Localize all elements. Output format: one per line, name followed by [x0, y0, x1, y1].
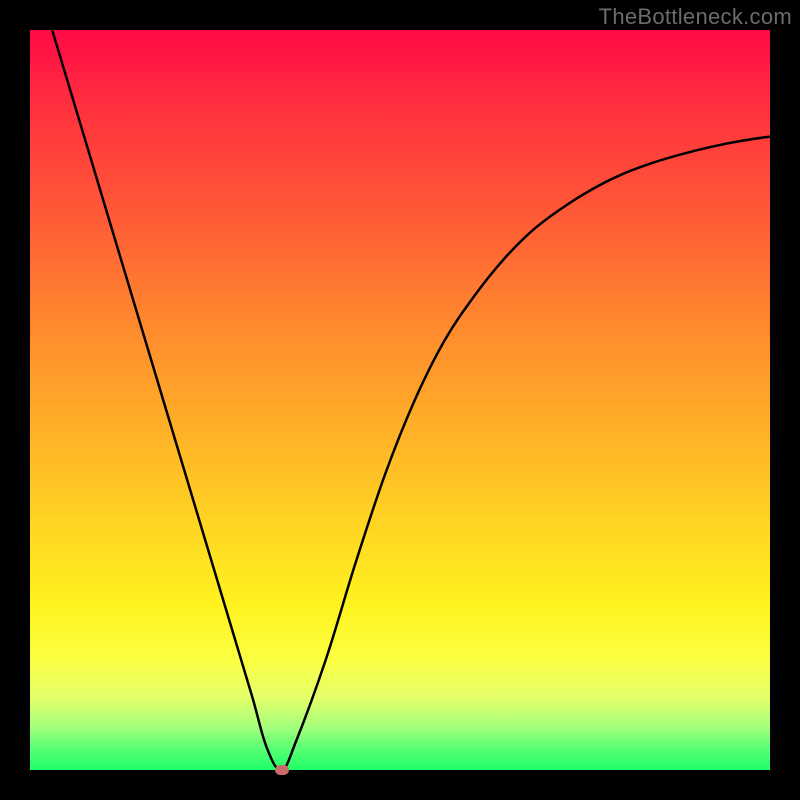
chart-frame: TheBottleneck.com — [0, 0, 800, 800]
watermark-text: TheBottleneck.com — [599, 4, 792, 30]
bottleneck-curve — [52, 30, 770, 770]
curve-svg — [30, 30, 770, 770]
plot-area — [30, 30, 770, 770]
minimum-marker — [275, 765, 289, 775]
